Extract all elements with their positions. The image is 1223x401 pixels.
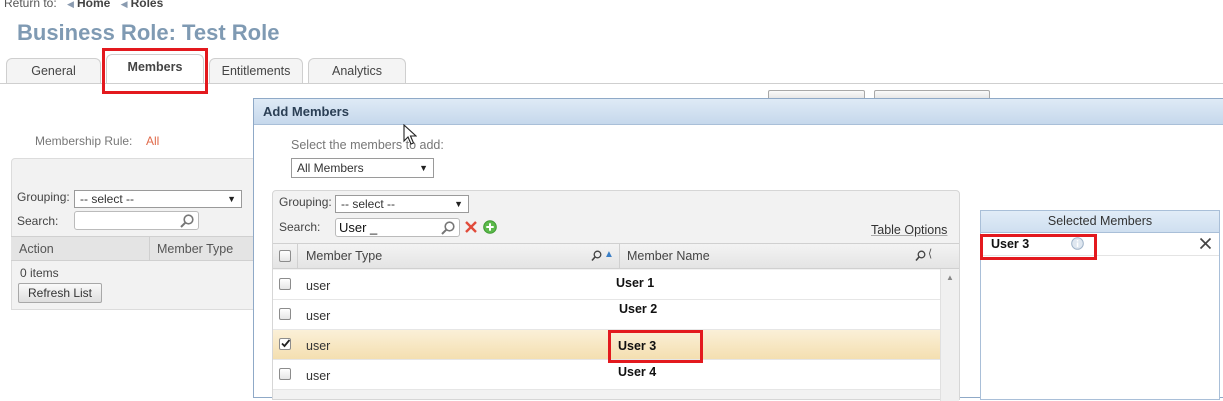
member-type-cell: user (306, 309, 331, 323)
column-divider (297, 244, 298, 268)
tab-divider (0, 83, 1223, 84)
member-name-cell: User 2 (619, 302, 658, 316)
scroll-up-icon[interactable]: ▲ (946, 273, 954, 282)
search-icon[interactable] (591, 250, 602, 262)
back-arrow-icon: ◀ (67, 0, 74, 9)
table-options-link[interactable]: Table Options (871, 223, 947, 237)
sort-asc-icon[interactable]: ▲ (604, 249, 614, 260)
tab-entitlements[interactable]: Entitlements (209, 58, 303, 84)
selected-member-item[interactable]: User 3 (981, 234, 1219, 256)
search-icon[interactable] (179, 213, 195, 229)
table-row[interactable]: user User 4 (273, 360, 940, 390)
table-scrollbar[interactable]: ▲ (940, 269, 959, 401)
selected-members-header: Selected Members (981, 211, 1219, 233)
clear-search-icon[interactable] (464, 220, 478, 234)
tab-analytics[interactable]: Analytics (308, 58, 406, 84)
checkmark-icon (281, 339, 291, 348)
chevron-down-icon: ▼ (419, 163, 428, 173)
member-name-cell: User 4 (618, 365, 657, 379)
refresh-list-button[interactable]: Refresh List (18, 283, 102, 303)
tab-members[interactable]: Members (106, 54, 204, 84)
table-row-selected[interactable]: user User 3 (273, 330, 940, 360)
chevron-down-icon: ▼ (227, 194, 236, 204)
item-count: 0 items (20, 266, 59, 280)
table-row[interactable]: user User 1 (273, 270, 940, 300)
search-input[interactable] (74, 211, 199, 230)
selected-members-panel: Selected Members User 3 (980, 210, 1220, 400)
membership-rule-label: Membership Rule: (35, 134, 133, 148)
dialog-grouping-select[interactable]: -- select -- ▼ (335, 195, 469, 213)
dialog-title: Add Members (263, 104, 349, 119)
membership-rule-value[interactable]: All (146, 134, 159, 148)
add-icon[interactable] (483, 220, 497, 234)
members-table-header: Member Type ▲ Member Name ⟨ (273, 243, 959, 269)
breadcrumb-prefix: Return to: (4, 0, 57, 10)
info-icon[interactable] (1071, 237, 1084, 250)
mouse-cursor-icon (403, 124, 417, 145)
dialog-search-input[interactable]: User _ (335, 218, 460, 237)
members-table-header: Action Member Type (11, 236, 261, 261)
breadcrumb: Return to: ◀ Home ◀ Roles (4, 0, 163, 10)
member-type-cell: user (306, 369, 331, 383)
breadcrumb-roles-link[interactable]: Roles (131, 0, 164, 10)
grouping-select[interactable]: -- select -- ▼ (74, 190, 242, 208)
column-action[interactable]: Action (19, 242, 54, 256)
page-title: Business Role: Test Role (17, 20, 280, 45)
row-checkbox[interactable] (279, 278, 291, 290)
dialog-grouping-label: Grouping: (279, 195, 332, 209)
grouping-label: Grouping: (17, 190, 70, 204)
add-members-dialog: Add Members Select the members to add: A… (253, 98, 1223, 401)
row-checkbox-checked[interactable] (279, 338, 291, 350)
select-members-prompt: Select the members to add: (291, 138, 444, 152)
row-checkbox[interactable] (279, 308, 291, 320)
member-type-cell: user (306, 339, 331, 353)
search-label: Search: (17, 214, 59, 228)
dialog-title-bar[interactable]: Add Members (254, 99, 1223, 125)
selected-member-name: User 3 (991, 237, 1030, 251)
table-row[interactable]: user User 2 (273, 300, 940, 330)
back-arrow-icon: ◀ (120, 0, 128, 9)
member-type-cell: user (306, 279, 331, 293)
column-member-name[interactable]: Member Name (627, 249, 710, 263)
member-filter-select[interactable]: All Members ▼ (291, 158, 434, 178)
breadcrumb-home-link[interactable]: Home (77, 0, 110, 10)
search-icon[interactable] (440, 220, 456, 236)
dialog-search-label: Search: (279, 220, 321, 234)
column-divider (149, 237, 150, 261)
column-divider (619, 244, 620, 268)
chevron-down-icon: ▼ (454, 199, 463, 209)
tab-general[interactable]: General (6, 58, 101, 84)
column-member-type[interactable]: Member Type (306, 249, 382, 263)
member-name-cell: User 3 (618, 339, 657, 353)
member-name-cell: User 1 (616, 276, 655, 290)
remove-icon[interactable] (1199, 237, 1212, 250)
search-icon[interactable] (915, 250, 926, 262)
available-members-panel: Grouping: -- select -- ▼ Search: User _ T… (272, 190, 960, 401)
select-all-checkbox[interactable] (279, 250, 291, 262)
column-resize-icon[interactable]: ⟨ (928, 247, 932, 260)
row-checkbox[interactable] (279, 368, 291, 380)
column-member-type[interactable]: Member Type (157, 242, 233, 256)
